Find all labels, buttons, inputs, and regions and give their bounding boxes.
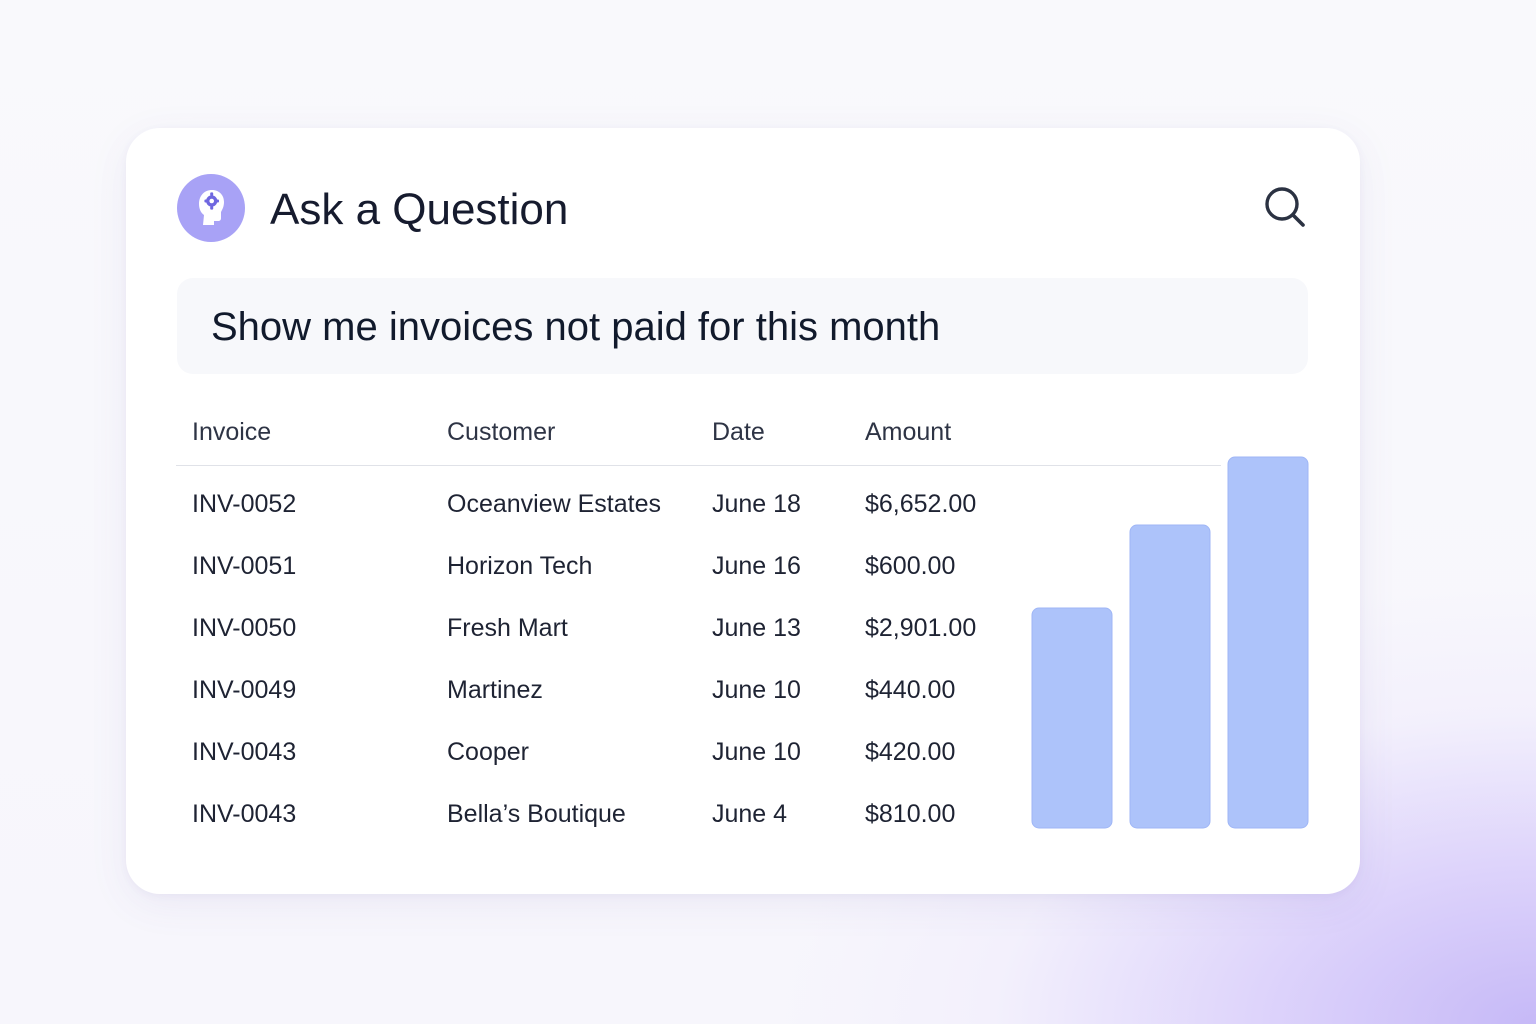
chart-bar [1129, 524, 1211, 829]
bar-chart [1031, 456, 1309, 829]
invoice-cell: INV-0049 [192, 676, 297, 704]
chart-bar [1031, 607, 1113, 829]
assistant-avatar [177, 174, 245, 242]
column-header-invoice: Invoice [192, 418, 272, 446]
amount-cell: $2,901.00 [865, 614, 977, 642]
amount-cell: $600.00 [865, 552, 956, 580]
invoice-cell: INV-0043 [192, 800, 297, 828]
date-cell: June 10 [712, 738, 801, 766]
search-icon [1265, 187, 1305, 227]
customer-cell: Fresh Mart [447, 614, 568, 642]
customer-cell: Cooper [447, 738, 529, 766]
query-text: Show me invoices not paid for this month [211, 305, 941, 349]
chart-bar [1227, 456, 1309, 829]
ask-question-card: Ask a Question Show me invoices not paid… [126, 128, 1360, 894]
column-header-date: Date [712, 418, 765, 446]
page-title: Ask a Question [270, 185, 569, 234]
customer-cell: Bella’s Boutique [447, 800, 626, 828]
brain-gear-icon [199, 190, 224, 225]
column-header-amount: Amount [865, 418, 952, 446]
amount-cell: $420.00 [865, 738, 956, 766]
search-button[interactable] [1262, 184, 1310, 232]
customer-cell: Horizon Tech [447, 552, 593, 580]
amount-cell: $810.00 [865, 800, 956, 828]
column-header-customer: Customer [447, 418, 556, 446]
invoice-cell: INV-0043 [192, 738, 297, 766]
date-cell: June 18 [712, 490, 801, 518]
date-cell: June 13 [712, 614, 801, 642]
customer-cell: Oceanview Estates [447, 490, 661, 518]
amount-cell: $440.00 [865, 676, 956, 704]
date-cell: June 16 [712, 552, 801, 580]
date-cell: June 10 [712, 676, 801, 704]
invoice-cell: INV-0050 [192, 614, 297, 642]
amount-cell: $6,652.00 [865, 490, 977, 518]
query-input[interactable]: Show me invoices not paid for this month [177, 278, 1308, 374]
invoice-cell: INV-0051 [192, 552, 297, 580]
date-cell: June 4 [712, 800, 788, 828]
invoice-cell: INV-0052 [192, 490, 297, 518]
customer-cell: Martinez [447, 676, 543, 704]
